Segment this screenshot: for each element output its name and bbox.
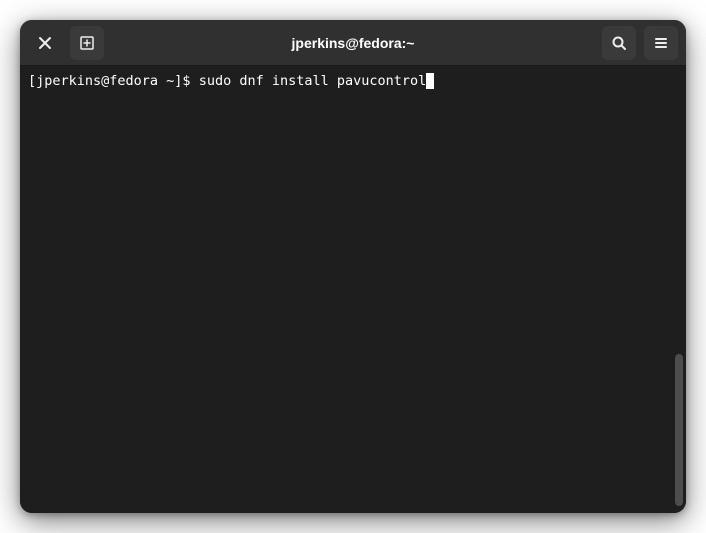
new-tab-icon (79, 35, 95, 51)
titlebar-right-controls (602, 26, 678, 60)
scrollbar-track (673, 66, 683, 510)
shell-command: sudo dnf install pavucontrol (199, 72, 427, 90)
menu-button[interactable] (644, 26, 678, 60)
terminal-window: jperkins@fedora:~ [jperkins@fedora ~]$ s… (20, 20, 686, 513)
scrollbar-thumb[interactable] (675, 354, 683, 506)
terminal-body[interactable]: [jperkins@fedora ~]$ sudo dnf install pa… (20, 66, 686, 513)
cursor (426, 73, 434, 89)
search-icon (611, 35, 627, 51)
new-tab-button[interactable] (70, 26, 104, 60)
terminal-line: [jperkins@fedora ~]$ sudo dnf install pa… (28, 72, 678, 90)
close-icon (37, 35, 53, 51)
window-title: jperkins@fedora:~ (292, 35, 415, 51)
titlebar: jperkins@fedora:~ (20, 20, 686, 66)
hamburger-menu-icon (653, 35, 669, 51)
search-button[interactable] (602, 26, 636, 60)
shell-prompt: [jperkins@fedora ~]$ (28, 72, 199, 90)
close-button[interactable] (28, 26, 62, 60)
titlebar-left-controls (28, 26, 104, 60)
